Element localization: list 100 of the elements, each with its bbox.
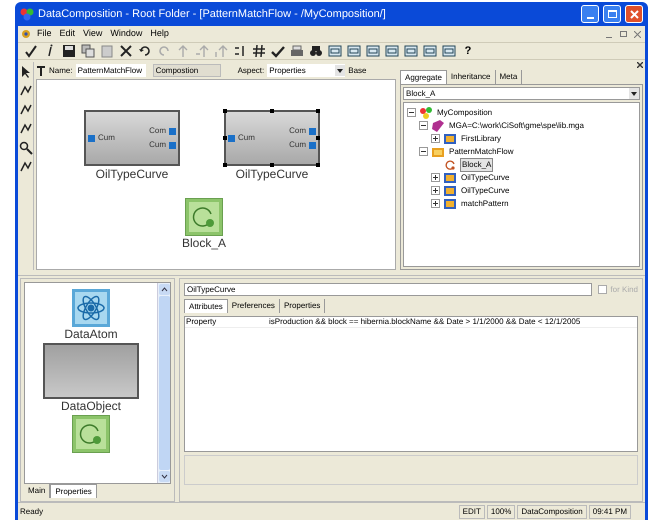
port-label: Com bbox=[289, 125, 306, 137]
selection-handle[interactable] bbox=[316, 136, 320, 140]
selection-handle[interactable] bbox=[223, 109, 227, 113]
menu-item[interactable]: Window bbox=[107, 27, 146, 41]
model-box[interactable]: Cum Com Cum bbox=[84, 110, 180, 166]
scroll-up-icon[interactable] bbox=[158, 284, 170, 295]
expand-toggle[interactable] bbox=[431, 173, 440, 182]
port-label: Cum bbox=[238, 132, 255, 144]
gear-icon bbox=[20, 28, 32, 40]
collapse-toggle[interactable] bbox=[407, 108, 416, 117]
base-label: Base bbox=[348, 64, 366, 76]
restore-icon[interactable] bbox=[617, 31, 629, 37]
menu-item[interactable]: View bbox=[80, 27, 106, 41]
plus-icon bbox=[432, 174, 439, 181]
tab[interactable]: Properties bbox=[50, 484, 97, 498]
port-label: Cum bbox=[98, 132, 115, 144]
plus-icon bbox=[432, 200, 439, 207]
tree-item[interactable]: matchPattern bbox=[460, 198, 510, 210]
selection-handle[interactable] bbox=[223, 136, 227, 140]
plus-icon bbox=[432, 187, 439, 194]
scroll-down-icon[interactable] bbox=[158, 471, 170, 482]
expand-toggle[interactable] bbox=[431, 186, 440, 195]
object-dropdown[interactable]: Block_A bbox=[403, 87, 640, 100]
menu-item[interactable]: Help bbox=[147, 27, 172, 41]
panel-icon[interactable] bbox=[383, 43, 401, 59]
status-pane: DataComposition bbox=[517, 504, 587, 518]
plus-icon bbox=[432, 135, 439, 142]
loop-block-icon bbox=[72, 415, 110, 453]
status-message: Ready bbox=[20, 506, 44, 518]
name-field[interactable]: PatternMatchFlow bbox=[76, 64, 146, 77]
caret-icon[interactable] bbox=[335, 65, 346, 76]
port-label: Cum bbox=[149, 139, 166, 151]
panel-icon[interactable] bbox=[364, 43, 382, 59]
panel-icon[interactable] bbox=[440, 43, 458, 59]
expand-toggle[interactable] bbox=[431, 199, 440, 208]
help-button[interactable]: ? bbox=[459, 42, 477, 60]
collapse-toggle[interactable] bbox=[419, 121, 428, 130]
expand-toggle[interactable] bbox=[431, 134, 440, 143]
copy-icon[interactable] bbox=[79, 43, 97, 59]
hash-icon[interactable] bbox=[250, 43, 268, 59]
selection-handle[interactable] bbox=[316, 163, 320, 167]
tree-item[interactable]: MGA=C:\work\CiSoft\gme\spe\lib.mga bbox=[448, 120, 585, 132]
panel-icon[interactable] bbox=[402, 43, 420, 59]
selection-handle[interactable] bbox=[223, 163, 227, 167]
save-icon[interactable] bbox=[60, 43, 78, 59]
atom-icon bbox=[72, 289, 110, 327]
node-label: Block_A bbox=[182, 236, 226, 250]
caret-icon[interactable] bbox=[629, 88, 639, 99]
close-button[interactable] bbox=[625, 5, 643, 23]
aspect-label: Aspect: bbox=[238, 64, 264, 76]
tree-item[interactable]: OilTypeCurve bbox=[460, 172, 510, 184]
scrollbar[interactable] bbox=[157, 283, 170, 483]
node-cluster-icon bbox=[419, 106, 433, 118]
table-cell-text: Property bbox=[185, 316, 218, 328]
tree-item[interactable]: PatternMatchFlow bbox=[448, 146, 514, 158]
part-label: DataAtom bbox=[64, 327, 118, 341]
status-pane: 100% bbox=[486, 504, 516, 518]
window-title: DataComposition - Root Folder - [PatternMatchFlow - /MyComposition/] bbox=[38, 6, 387, 22]
tree-item[interactable]: FirstLibrary bbox=[460, 132, 502, 144]
model-icon bbox=[443, 198, 457, 210]
selection-handle[interactable] bbox=[270, 163, 274, 167]
minus-icon bbox=[420, 148, 427, 155]
panel-icon[interactable] bbox=[421, 43, 439, 59]
name-label: Name: bbox=[49, 64, 73, 76]
loop-icon bbox=[443, 158, 457, 170]
panel-icon[interactable] bbox=[345, 43, 363, 59]
menu-item[interactable]: File bbox=[34, 27, 55, 41]
object-name-field[interactable]: OilTypeCurve bbox=[184, 283, 592, 296]
minimize-button[interactable] bbox=[581, 5, 599, 23]
binoculars-icon[interactable] bbox=[307, 43, 325, 59]
kind-field: Compostion bbox=[152, 64, 221, 77]
tree-item[interactable]: MyComposition bbox=[436, 106, 494, 118]
collapse-toggle[interactable] bbox=[419, 147, 428, 156]
menu-item[interactable]: Edit bbox=[56, 27, 78, 41]
table-cell: isProduction && block == hibernia.blockName && Date > 1/1/2000 && Date < 12/1/2005 bbox=[269, 316, 580, 328]
tab[interactable]: Attributes bbox=[184, 299, 228, 313]
close-icon[interactable] bbox=[637, 62, 643, 68]
port-icon bbox=[228, 134, 235, 142]
port-label: Cum bbox=[289, 139, 306, 151]
text-tool-icon bbox=[36, 66, 46, 76]
app-logo-icon bbox=[20, 7, 34, 21]
panel-icon[interactable] bbox=[326, 43, 344, 59]
selection-handle[interactable] bbox=[316, 109, 320, 113]
loop-block-icon bbox=[185, 198, 224, 236]
status-pane: EDIT bbox=[458, 504, 485, 518]
aspect-dropdown[interactable]: Properties bbox=[267, 64, 346, 77]
model-icon bbox=[443, 184, 457, 196]
model-box[interactable]: Cum Com Cum bbox=[224, 110, 320, 166]
port-icon bbox=[88, 134, 95, 142]
model-icon bbox=[443, 172, 457, 184]
part-label: DataObject bbox=[60, 399, 122, 413]
port-label: Com bbox=[149, 125, 166, 137]
maximize-button[interactable] bbox=[603, 5, 621, 23]
tree-item[interactable]: OilTypeCurve bbox=[460, 184, 510, 196]
selection-handle[interactable] bbox=[270, 109, 274, 113]
close-icon bbox=[630, 10, 638, 18]
printer-icon[interactable] bbox=[288, 43, 306, 59]
tree-item[interactable]: Block_A bbox=[460, 158, 494, 172]
tab[interactable]: Aggregate bbox=[400, 70, 447, 84]
book-icon bbox=[431, 120, 445, 132]
